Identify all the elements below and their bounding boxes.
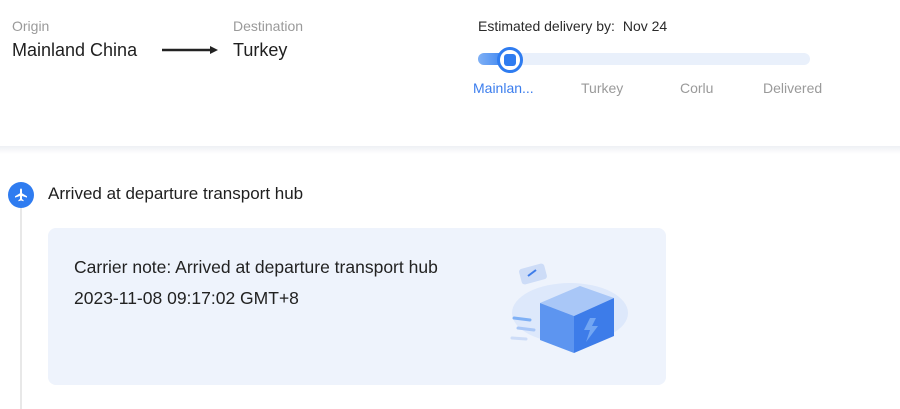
package-icon bbox=[504, 54, 516, 66]
destination-value: Turkey bbox=[233, 40, 288, 60]
event-detail-card: Carrier note: Arrived at departure trans… bbox=[48, 228, 666, 385]
origin-label: Origin bbox=[12, 18, 50, 34]
progress-indicator bbox=[497, 47, 523, 73]
estimated-delivery: Estimated delivery by: Nov 24 bbox=[478, 18, 671, 34]
stage-corlu: Corlu bbox=[680, 80, 714, 96]
arrow-right-icon bbox=[162, 46, 218, 54]
event-title: Arrived at departure transport hub bbox=[48, 184, 304, 203]
shipment-summary: Origin Mainland China Destination Turkey… bbox=[0, 0, 900, 146]
timeline-line bbox=[20, 208, 22, 409]
eta-label: Estimated delivery by: bbox=[478, 18, 615, 34]
stage-turkey: Turkey bbox=[581, 80, 624, 96]
package-box-icon bbox=[510, 263, 628, 353]
airplane-icon bbox=[8, 182, 34, 208]
carrier-note: Carrier note: Arrived at departure trans… bbox=[74, 257, 438, 277]
eta-date: Nov 24 bbox=[622, 18, 668, 34]
progress-track bbox=[478, 53, 810, 65]
stage-delivered: Delivered bbox=[763, 80, 823, 96]
section-divider bbox=[0, 146, 900, 154]
stage-origin: Mainlan... bbox=[473, 80, 534, 96]
destination-label: Destination bbox=[233, 18, 304, 34]
event-timestamp: 2023-11-08 09:17:02 GMT+8 bbox=[74, 288, 299, 308]
origin-value: Mainland China bbox=[12, 40, 138, 60]
